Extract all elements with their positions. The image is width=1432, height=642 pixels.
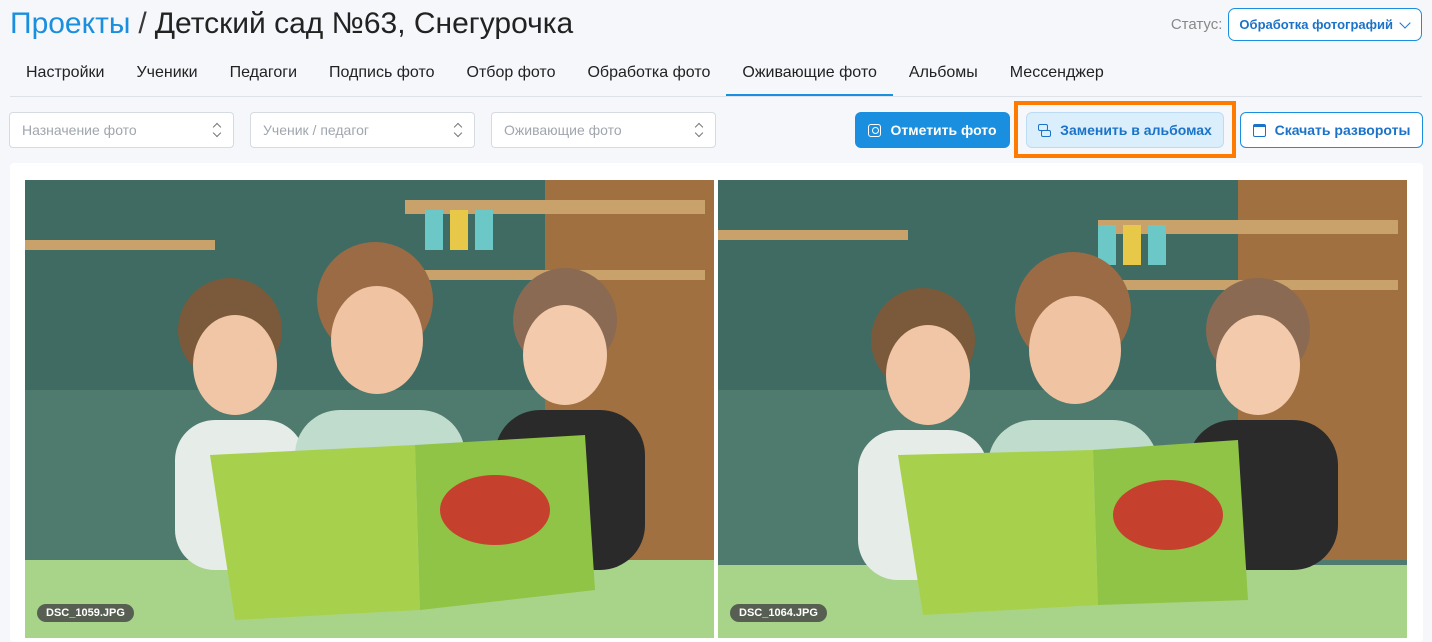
tab-albums[interactable]: Альбомы [893, 52, 994, 96]
tab-photo-captions[interactable]: Подпись фото [313, 52, 451, 96]
select-arrows-icon [695, 123, 703, 137]
download-spreads-label: Скачать развороты [1274, 122, 1411, 138]
tab-photo-selection[interactable]: Отбор фото [451, 52, 572, 96]
tab-live-photos[interactable]: Оживающие фото [726, 52, 893, 96]
live-photos-placeholder: Оживающие фото [504, 122, 622, 138]
tab-messenger[interactable]: Мессенджер [994, 52, 1120, 96]
mark-photo-button[interactable]: Отметить фото [855, 112, 1010, 148]
status-control: Статус: Обработка фотографий [1171, 8, 1422, 41]
select-arrows-icon [213, 123, 221, 137]
status-dropdown[interactable]: Обработка фотографий [1228, 8, 1422, 41]
swap-icon [1038, 123, 1052, 137]
mark-photo-label: Отметить фото [890, 122, 997, 138]
photo-filename-badge: DSC_1059.JPG [37, 604, 134, 622]
tab-photo-processing[interactable]: Обработка фото [571, 52, 726, 96]
download-spreads-button[interactable]: Скачать развороты [1240, 112, 1423, 148]
breadcrumb-projects-link[interactable]: Проекты [10, 7, 130, 40]
student-teacher-placeholder: Ученик / педагог [263, 122, 370, 138]
replace-in-albums-label: Заменить в альбомах [1060, 122, 1212, 138]
photo-filename-badge: DSC_1064.JPG [730, 604, 827, 622]
photo-card[interactable]: DSC_1059.JPG [25, 180, 714, 638]
student-teacher-select[interactable]: Ученик / педагог [250, 112, 475, 148]
photo-image [718, 180, 1407, 638]
replace-in-albums-button[interactable]: Заменить в альбомах [1026, 112, 1224, 148]
photo-purpose-placeholder: Назначение фото [22, 122, 137, 138]
chevron-down-icon [1399, 16, 1411, 29]
status-value: Обработка фотографий [1239, 17, 1393, 32]
camera-icon [868, 123, 882, 137]
select-arrows-icon [454, 123, 462, 137]
page-header: Проекты / Детский сад №63, Снегурочка Стат… [0, 0, 1432, 48]
archive-icon [1252, 123, 1266, 137]
photo-image [25, 180, 714, 638]
status-label: Статус: [1170, 16, 1223, 33]
tab-teachers[interactable]: Педагоги [214, 52, 313, 96]
tab-students[interactable]: Ученики [120, 52, 213, 96]
photo-purpose-select[interactable]: Назначение фото [9, 112, 234, 148]
live-photos-select[interactable]: Оживающие фото [491, 112, 716, 148]
breadcrumb-separator: / [138, 7, 147, 40]
photo-card[interactable]: DSC_1064.JPG [718, 180, 1407, 638]
project-tabs: Настройки Ученики Педагоги Подпись фото … [10, 52, 1422, 97]
tab-settings[interactable]: Настройки [10, 52, 120, 96]
project-name: Детский сад №63, Снегурочка [154, 7, 574, 40]
page-title: Проекты / Детский сад №63, Снегурочка [10, 4, 573, 44]
